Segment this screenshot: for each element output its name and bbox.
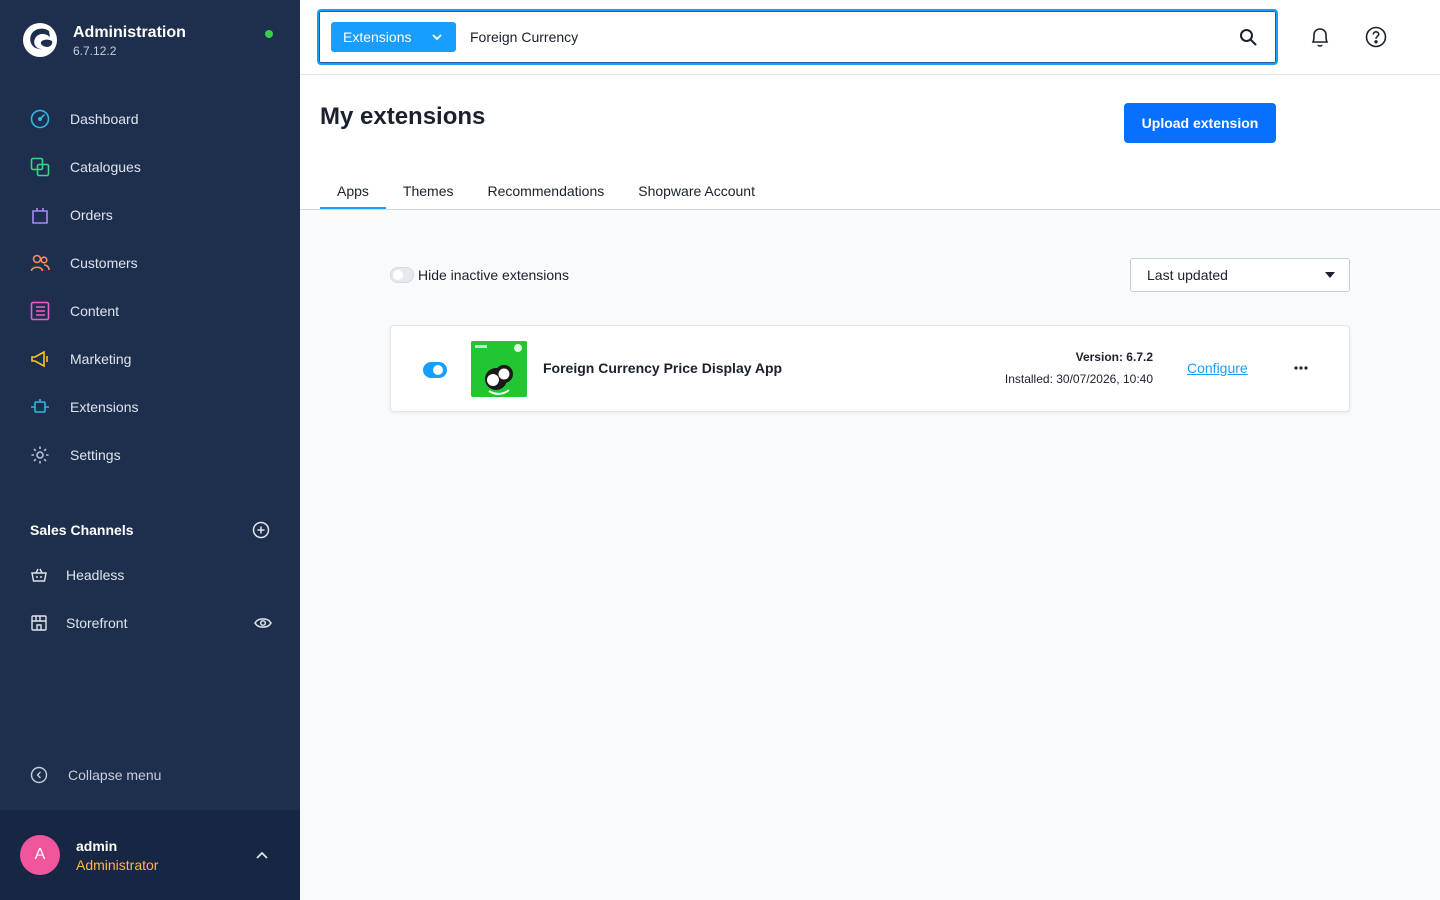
nav-item-dashboard[interactable]: Dashboard — [0, 95, 300, 143]
orders-icon — [30, 205, 50, 225]
page-header: My extensions Upload extension Apps Them… — [300, 75, 1440, 210]
upload-extension-button[interactable]: Upload extension — [1124, 103, 1276, 143]
configure-link[interactable]: Configure — [1187, 360, 1248, 376]
sort-select[interactable]: Last updated — [1130, 258, 1350, 292]
brand-version: 6.7.12.2 — [73, 43, 117, 58]
extension-card: Foreign Currency Price Display App Versi… — [390, 325, 1350, 412]
sidebar: Administration 6.7.12.2 Dashboard Catalo… — [0, 0, 300, 900]
extensions-icon — [30, 397, 50, 417]
extension-name: Foreign Currency Price Display App — [543, 360, 783, 376]
brand-title: Administration — [73, 23, 186, 41]
user-name: admin — [76, 837, 118, 854]
extension-version: Version: 6.7.2 — [1075, 350, 1153, 364]
nav-item-marketing[interactable]: Marketing — [0, 335, 300, 383]
chevron-down-icon — [1325, 272, 1335, 278]
nav-item-customers[interactable]: Customers — [0, 239, 300, 287]
dashboard-icon — [30, 109, 50, 129]
extensions-toolbar: Hide inactive extensions Last updated — [390, 258, 1350, 292]
collapse-menu-button[interactable]: Collapse menu — [30, 766, 161, 784]
marketing-icon — [30, 349, 50, 369]
sales-channels-header: Sales Channels — [30, 520, 270, 540]
bell-icon[interactable] — [1309, 26, 1331, 48]
catalogues-icon — [30, 157, 50, 177]
eye-icon[interactable] — [254, 616, 272, 630]
hide-inactive-toggle[interactable] — [390, 267, 414, 283]
user-panel[interactable]: A admin Administrator — [0, 810, 300, 900]
nav-label: Content — [70, 303, 120, 319]
nav-label: Marketing — [70, 351, 132, 367]
sales-channel-storefront[interactable]: Storefront — [0, 599, 300, 647]
nav-item-content[interactable]: Content — [0, 287, 300, 335]
add-sales-channel-icon[interactable] — [252, 521, 270, 539]
nav-label: Settings — [70, 447, 121, 463]
search-icon[interactable] — [1238, 27, 1258, 47]
settings-icon — [30, 445, 50, 465]
search-type-select[interactable]: Extensions — [331, 22, 456, 52]
sales-channel-list: Headless Storefront — [0, 551, 300, 647]
nav-label: Orders — [70, 207, 113, 223]
brand[interactable]: Administration 6.7.12.2 — [22, 22, 186, 58]
extension-active-switch[interactable] — [423, 362, 447, 378]
tab-themes[interactable]: Themes — [386, 175, 471, 209]
extension-installed: Installed: 30/07/2026, 10:40 — [1004, 372, 1153, 386]
chevron-left-circle-icon — [30, 766, 48, 784]
shopware-logo-icon — [23, 23, 57, 57]
nav-label: Extensions — [70, 399, 139, 415]
sales-channels-title: Sales Channels — [30, 522, 134, 538]
tab-apps[interactable]: Apps — [320, 175, 386, 209]
sort-selected-label: Last updated — [1147, 267, 1228, 283]
global-search: Extensions — [317, 9, 1278, 65]
nav-item-settings[interactable]: Settings — [0, 431, 300, 479]
nav-label: Dashboard — [70, 111, 139, 127]
tab-bar: Apps Themes Recommendations Shopware Acc… — [320, 175, 772, 210]
main-nav: Dashboard Catalogues Orders Customers Co… — [0, 95, 300, 479]
tab-recommendations[interactable]: Recommendations — [471, 175, 622, 209]
status-indicator — [265, 30, 273, 38]
nav-item-orders[interactable]: Orders — [0, 191, 300, 239]
sales-channel-label: Headless — [66, 567, 125, 583]
avatar: A — [20, 835, 60, 875]
tab-shopware-account[interactable]: Shopware Account — [621, 175, 772, 209]
basket-icon — [30, 566, 48, 584]
search-type-label: Extensions — [343, 29, 412, 45]
content-icon — [30, 301, 50, 321]
collapse-menu-label: Collapse menu — [68, 767, 162, 783]
nav-item-catalogues[interactable]: Catalogues — [0, 143, 300, 191]
help-icon[interactable] — [1365, 26, 1387, 48]
chevron-up-icon[interactable] — [254, 847, 270, 863]
page-title: My extensions — [320, 103, 486, 130]
extension-meta: Version: 6.7.2 Installed: 30/07/2026, 10… — [1005, 350, 1153, 386]
hide-inactive-label: Hide inactive extensions — [418, 267, 569, 283]
more-options-icon[interactable] — [1291, 360, 1311, 376]
search-input[interactable] — [470, 22, 1238, 52]
nav-label: Catalogues — [70, 159, 141, 175]
storefront-icon — [30, 614, 48, 632]
sales-channel-headless[interactable]: Headless — [0, 551, 300, 599]
app-logo — [471, 341, 527, 397]
top-bar: Extensions — [300, 0, 1440, 75]
nav-label: Customers — [70, 255, 138, 271]
nav-item-extensions[interactable]: Extensions — [0, 383, 300, 431]
user-role: Administrator — [76, 856, 159, 873]
chevron-down-icon — [432, 34, 442, 40]
sales-channel-label: Storefront — [66, 615, 128, 631]
customers-icon — [30, 253, 50, 273]
